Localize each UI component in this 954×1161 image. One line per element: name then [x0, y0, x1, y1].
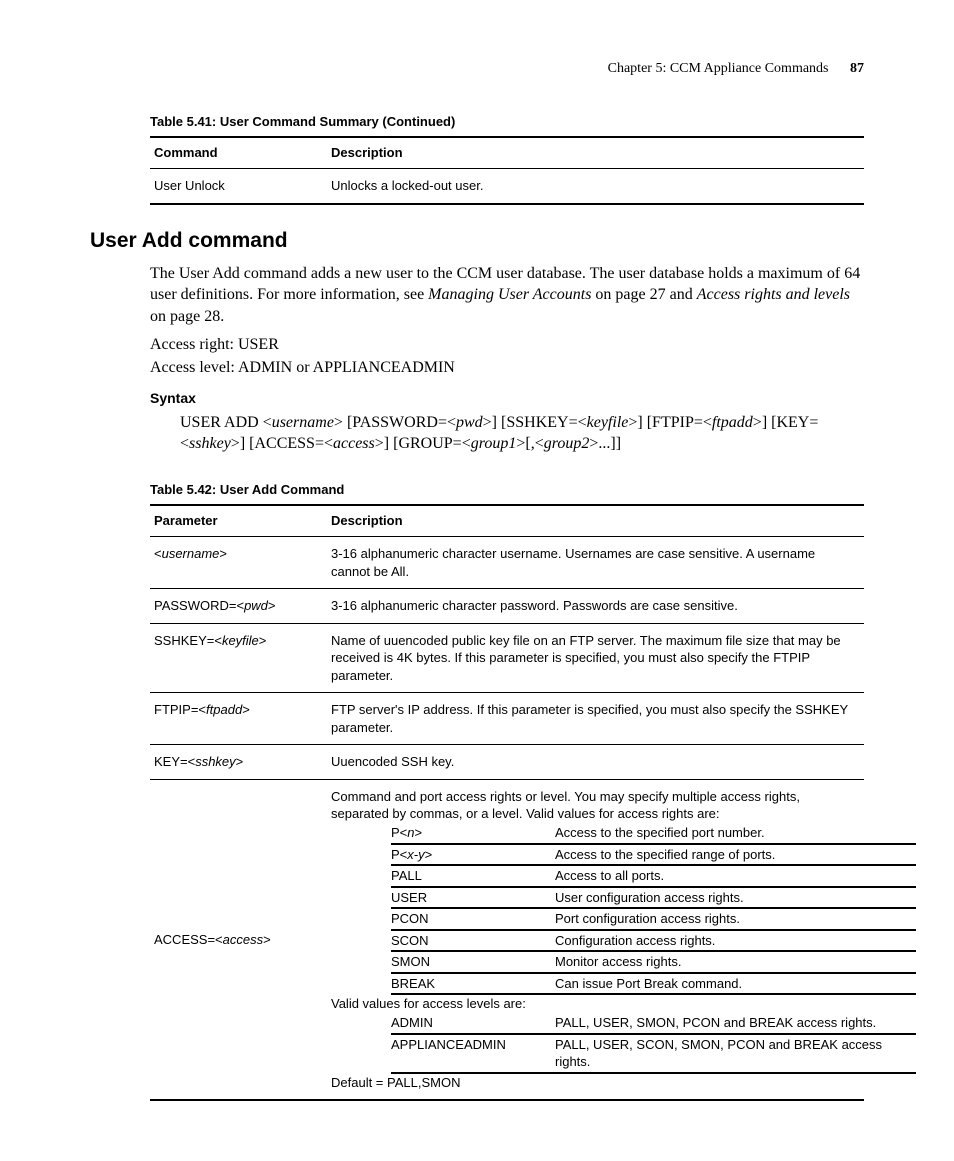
table-row: User Unlock Unlocks a locked-out user. [150, 168, 864, 203]
access-default: Default = PALL,SMON [331, 1074, 856, 1092]
table-row: FTPIP=<ftpadd> FTP server's IP address. … [150, 693, 864, 745]
table-5-41-caption: Table 5.41: User Command Summary (Contin… [90, 113, 864, 131]
table-row: <username> 3-16 alphanumeric character u… [150, 537, 864, 589]
cell-parameter: ACCESS=<access> [150, 779, 327, 1100]
access-rights-list: P<n>Access to the specified port number.… [391, 823, 916, 995]
cell-parameter: PASSWORD=<pwd> [150, 589, 327, 624]
cell-parameter: FTPIP=<ftpadd> [150, 693, 327, 745]
col-command: Command [150, 137, 327, 168]
cell-description: 3-16 alphanumeric character username. Us… [327, 537, 864, 589]
cell-description: Unlocks a locked-out user. [327, 168, 864, 203]
cell-description: FTP server's IP address. If this paramet… [327, 693, 864, 745]
cell-parameter: <username> [150, 537, 327, 589]
col-description: Description [327, 505, 864, 536]
table-header-row: Command Description [150, 137, 864, 168]
syntax-block: USER ADD <username> [PASSWORD=<pwd>] [SS… [180, 412, 864, 455]
access-right: Access right: USER [150, 334, 864, 356]
cell-parameter: SSHKEY=<keyfile> [150, 623, 327, 693]
table-5-41: Command Description User Unlock Unlocks … [150, 136, 864, 204]
col-description: Description [327, 137, 864, 168]
table-row: ACCESS=<access> Command and port access … [150, 779, 864, 1100]
table-row: PASSWORD=<pwd> 3-16 alphanumeric charact… [150, 589, 864, 624]
access-levels-intro: Valid values for access levels are: [331, 995, 856, 1013]
cell-parameter: KEY=<sshkey> [150, 745, 327, 780]
syntax-label: Syntax [150, 389, 864, 408]
section-heading: User Add command [90, 227, 864, 255]
col-parameter: Parameter [150, 505, 327, 536]
cell-description: Uuencoded SSH key. [327, 745, 864, 780]
cell-description: Name of uuencoded public key file on an … [327, 623, 864, 693]
access-levels-list: ADMINPALL, USER, SMON, PCON and BREAK ac… [391, 1013, 916, 1074]
cell-command: User Unlock [150, 168, 327, 203]
table-5-42-caption: Table 5.42: User Add Command [90, 481, 864, 499]
chapter-label: Chapter 5: CCM Appliance Commands [608, 61, 829, 76]
running-header: Chapter 5: CCM Appliance Commands 87 [90, 60, 864, 79]
cell-description: Command and port access rights or level.… [327, 779, 864, 1100]
table-row: KEY=<sshkey> Uuencoded SSH key. [150, 745, 864, 780]
access-level: Access level: ADMIN or APPLIANCEADMIN [150, 357, 864, 379]
table-row: SSHKEY=<keyfile> Name of uuencoded publi… [150, 623, 864, 693]
table-5-42: Parameter Description <username> 3-16 al… [150, 504, 864, 1101]
intro-paragraph: The User Add command adds a new user to … [150, 263, 864, 328]
cell-description: 3-16 alphanumeric character password. Pa… [327, 589, 864, 624]
page-number: 87 [850, 61, 864, 76]
table-header-row: Parameter Description [150, 505, 864, 536]
access-intro: Command and port access rights or level.… [331, 788, 856, 823]
